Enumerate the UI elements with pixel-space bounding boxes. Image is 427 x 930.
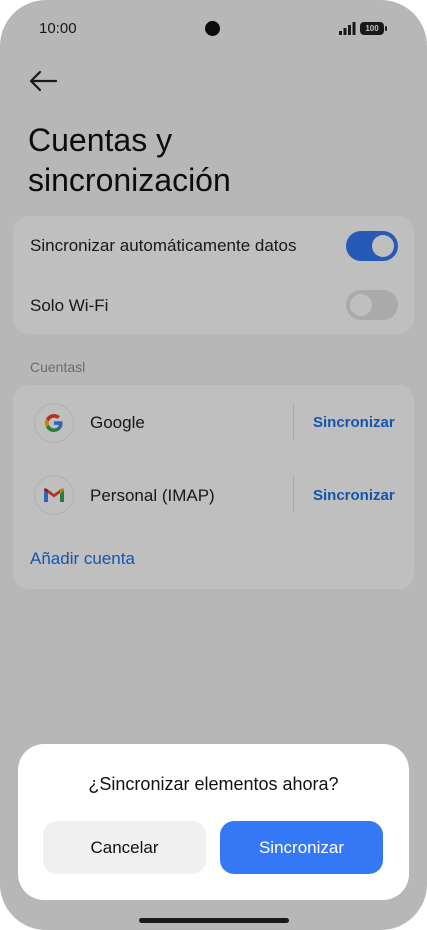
sync-dialog: ¿Sincronizar elementos ahora? Cancelar S… bbox=[18, 744, 409, 900]
confirm-sync-button[interactable]: Sincronizar bbox=[220, 821, 383, 874]
home-indicator[interactable] bbox=[139, 918, 289, 923]
phone-screen: 10:00 100 Cuentas y sincronización Sincr… bbox=[0, 0, 427, 930]
dialog-title: ¿Sincronizar elementos ahora? bbox=[88, 774, 339, 794]
cancel-button[interactable]: Cancelar bbox=[43, 821, 206, 874]
